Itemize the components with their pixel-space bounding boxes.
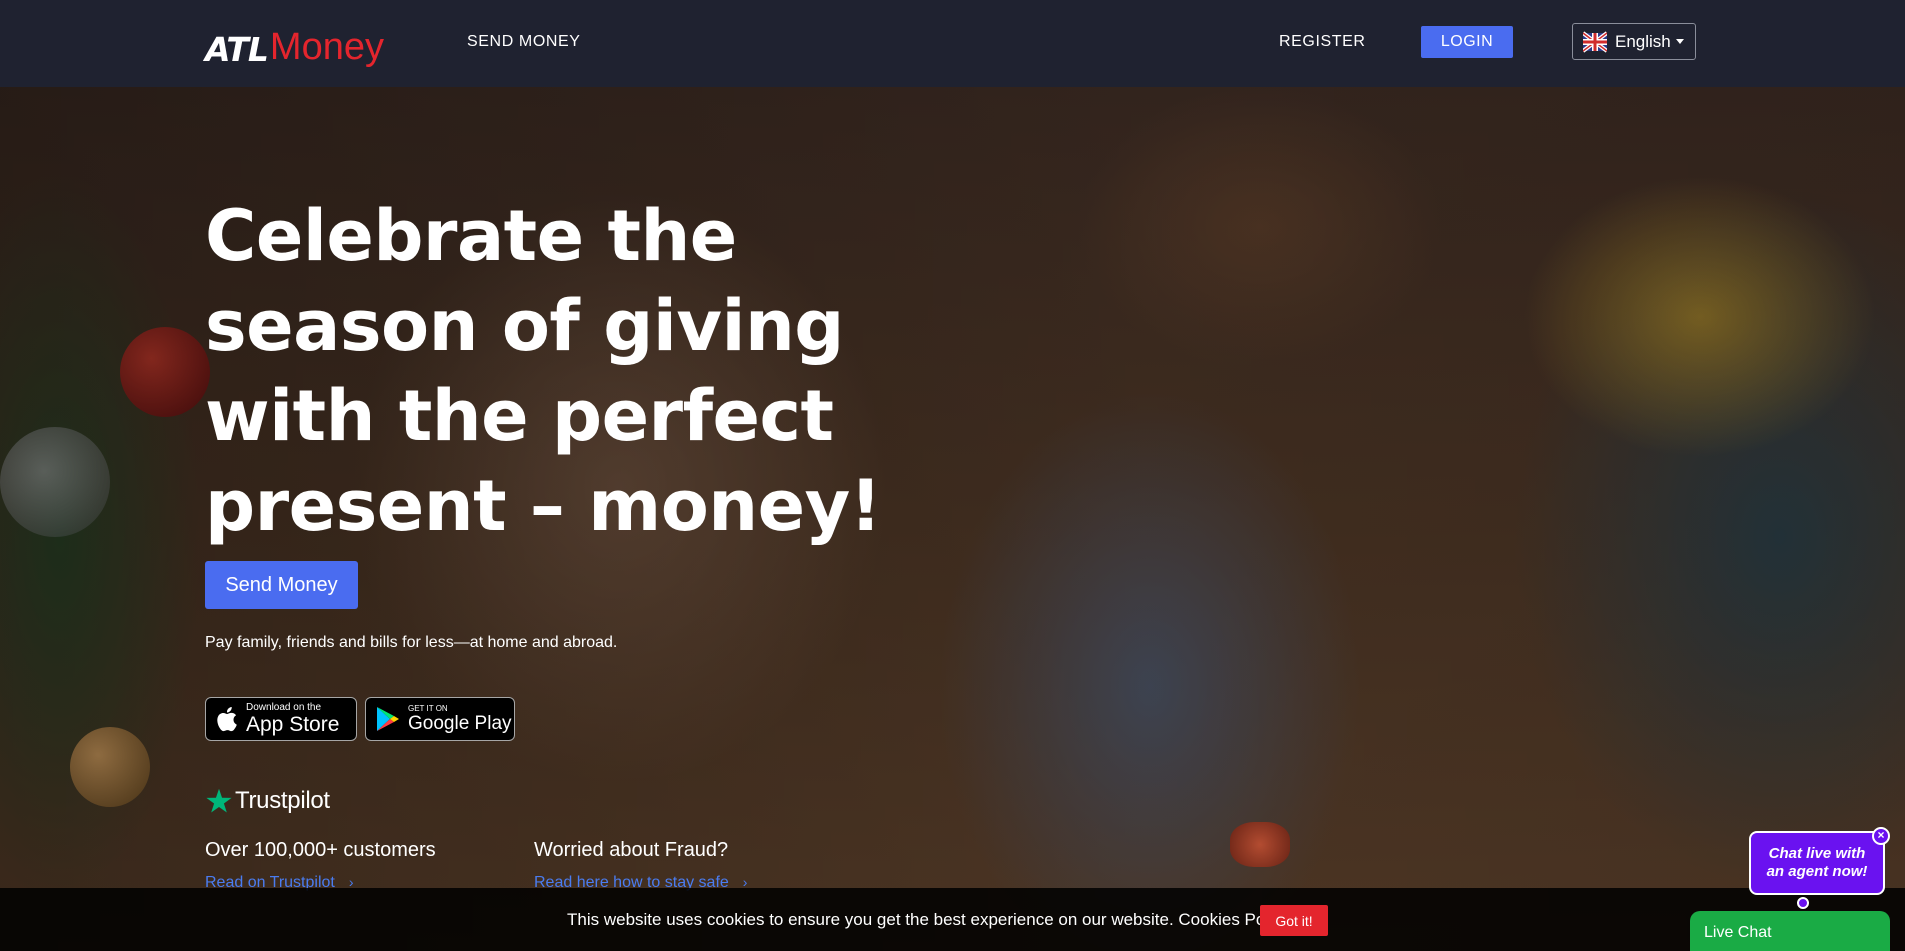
app-store-badge[interactable]: Download on the App Store — [205, 697, 357, 741]
send-money-button[interactable]: Send Money — [205, 561, 358, 609]
logo-atl-text: ATL — [205, 30, 269, 69]
trustpilot-logo: Trustpilot — [205, 787, 330, 815]
google-play-big-label: Google Play — [408, 713, 512, 734]
cookie-message: This website uses cookies to ensure you … — [567, 910, 1294, 929]
star-icon — [206, 788, 232, 813]
google-play-icon — [377, 707, 399, 731]
chat-invite-text: Chat live with an agent now! — [1766, 845, 1868, 880]
atl-money-logo[interactable]: ATL Money — [205, 20, 384, 66]
chat-bubble-pointer — [1797, 897, 1809, 909]
nav-register-link[interactable]: REGISTER — [1279, 33, 1366, 51]
live-chat-label: Live Chat — [1704, 924, 1772, 941]
logo-money-text: Money — [269, 26, 384, 68]
hero-section: Celebrate the season of giving with the … — [0, 87, 1905, 951]
apple-icon — [217, 707, 237, 732]
cookie-accept-button[interactable]: Got it! — [1260, 905, 1328, 936]
app-store-text: Download on the App Store — [246, 702, 340, 736]
trustpilot-label: Trustpilot — [235, 787, 330, 814]
language-label: English — [1615, 31, 1671, 51]
customers-title: Over 100,000+ customers — [205, 839, 436, 861]
close-icon[interactable]: × — [1872, 827, 1890, 845]
fraud-title: Worried about Fraud? — [534, 839, 729, 861]
hero-tagline: Pay family, friends and bills for less—a… — [205, 634, 618, 651]
chevron-down-icon — [1675, 39, 1684, 44]
hero-headline: Celebrate the season of giving with the … — [205, 195, 882, 547]
uk-flag-icon — [1583, 30, 1607, 53]
nav-send-money-link[interactable]: SEND MONEY — [467, 33, 581, 51]
google-play-small-label: GET IT ON — [408, 704, 448, 713]
live-chat-button[interactable]: Live Chat — [1690, 911, 1890, 951]
top-navbar: ATL Money SEND MONEY REGISTER LOGIN Engl… — [0, 0, 1905, 87]
app-store-big-label: App Store — [246, 713, 340, 736]
app-store-small-label: Download on the — [246, 702, 322, 713]
chat-invite-bubble[interactable]: Chat live with an agent now! — [1749, 831, 1885, 895]
language-dropdown[interactable]: English — [1572, 23, 1696, 60]
google-play-badge[interactable]: GET IT ON Google Play — [365, 697, 515, 741]
google-play-text: GET IT ON Google Play — [408, 704, 512, 734]
login-button[interactable]: LOGIN — [1421, 26, 1513, 58]
cookie-consent-bar: This website uses cookies to ensure you … — [0, 888, 1905, 951]
